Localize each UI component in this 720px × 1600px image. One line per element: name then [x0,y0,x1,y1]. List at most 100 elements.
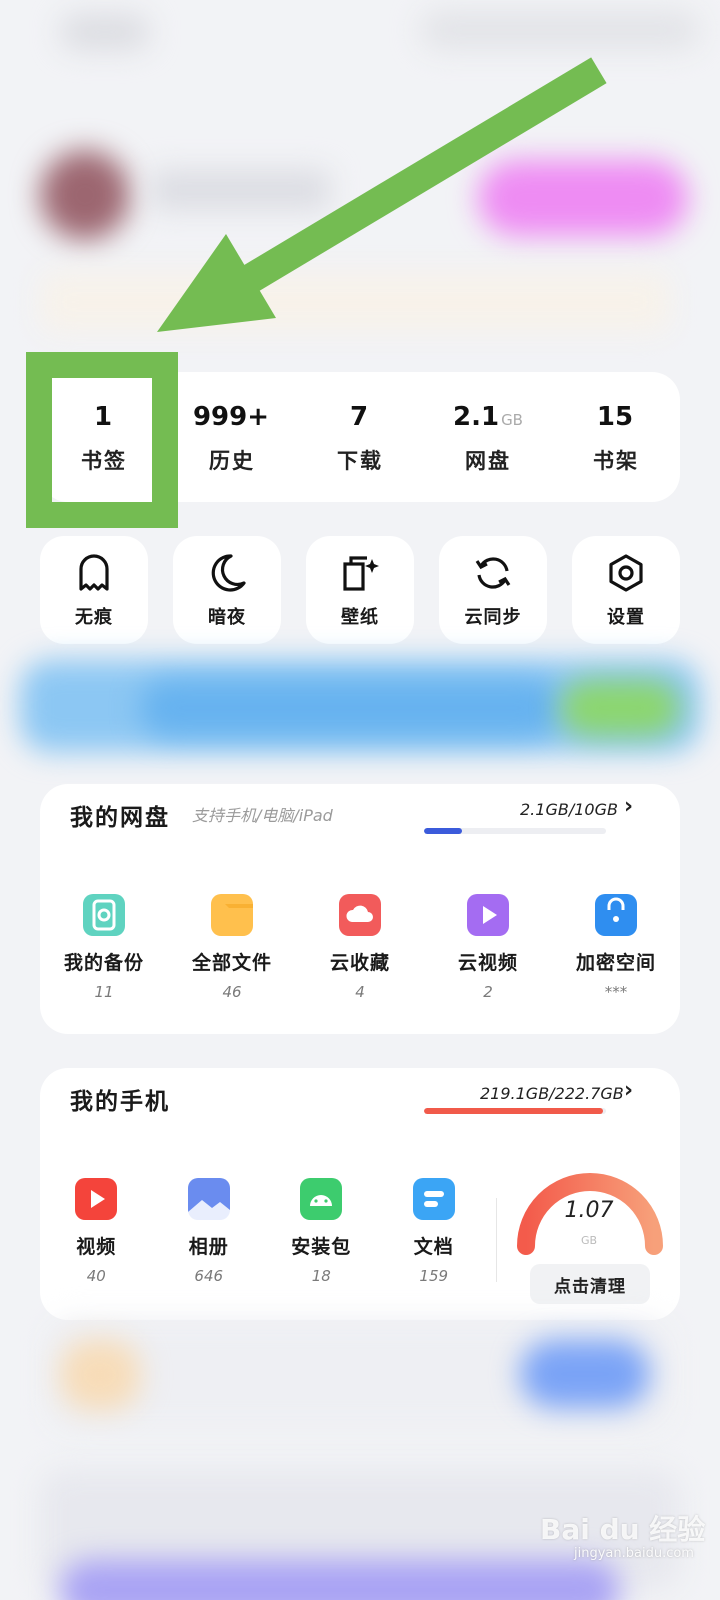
quick-action-label: 无痕 [75,607,113,628]
stat-label: 网盘 [465,448,511,473]
blurred-bottom-button[interactable] [520,1340,650,1408]
cloud-card-title: 我的网盘 [70,805,170,831]
cloud-item-favorites[interactable]: 云收藏 4 [298,894,422,1001]
cloud-storage-bar-fill [424,828,463,834]
cloud-storage-text: 2.1GB/10GB [520,800,618,819]
wallpaper-icon [343,556,379,591]
quick-action-incognito[interactable]: 无痕 [40,536,148,644]
blurred-banner-button [560,680,680,736]
cloud-item-count: 4 [355,983,365,1001]
blurred-banner-center [140,680,560,736]
stat-value: 999+ [192,401,270,432]
phone-item-album[interactable]: 相册 646 [156,1178,261,1285]
stat-label: 历史 [209,448,255,473]
cloud-item-count: 2 [483,983,493,1001]
phone-card-title: 我的手机 [70,1089,170,1115]
moon-icon [211,554,246,592]
phone-storage-card: 我的手机 219.1GB/222.7GB › 视频 40 相册 646 安装包 … [40,1068,680,1320]
chevron-right-icon[interactable]: › [624,1078,633,1103]
quick-action-label: 壁纸 [341,607,379,628]
stat-value: 2.1 [453,401,500,432]
cloud-item-encrypted[interactable]: 加密空间 *** [554,894,678,1001]
cloud-items-grid: 我的备份 11 全部文件 46 云收藏 4 云视频 2 加密空间 *** [40,894,680,1001]
stat-value: 15 [596,401,634,432]
phone-storage-text: 219.1GB/222.7GB [480,1084,624,1103]
blurred-bottom-bar [60,1560,620,1600]
cloud-item-label: 加密空间 [575,952,656,974]
stat-history[interactable]: 999+ 历史 [173,400,291,475]
stat-downloads[interactable]: 7 下载 [301,400,419,475]
stat-label: 书签 [81,448,127,473]
quick-action-label: 暗夜 [208,607,246,628]
cloud-item-backup[interactable]: 我的备份 11 [42,894,166,1001]
ghost-icon [79,554,109,591]
watermark-domain: jingyan.baidu.com [574,1546,694,1561]
stat-value: 7 [349,401,369,432]
document-icon [412,1178,455,1220]
settings-icon [609,554,643,592]
stat-value: 1 [93,401,113,432]
stat-unit: GB [501,410,523,429]
cloud-item-label: 全部文件 [191,952,272,974]
sync-icon [475,557,511,589]
watermark-logo: Bai du 经验 [540,1513,706,1546]
gauge-value: 1.07 [564,1198,614,1223]
backup-icon [83,894,125,936]
cloud-storage-bar [424,828,606,834]
phone-item-label: 安装包 [291,1236,352,1258]
clean-button[interactable]: 点击清理 [530,1264,650,1304]
blurred-header-left [60,14,150,50]
cloud-video-icon [467,894,509,936]
blurred-vip-button[interactable] [478,160,688,236]
stat-label: 书架 [593,448,639,473]
video-icon [75,1178,118,1220]
cloud-favorite-icon [339,894,381,936]
quick-action-wallpaper[interactable]: 壁纸 [306,536,414,644]
phone-items-grid: 视频 40 相册 646 安装包 18 文档 159 [40,1178,490,1285]
cloud-item-label: 我的备份 [63,952,144,974]
phone-item-count: 18 [311,1267,331,1285]
stat-bookshelf[interactable]: 15 书架 [557,400,675,475]
quick-action-dark-mode[interactable]: 暗夜 [173,536,281,644]
quick-actions-row: 无痕 暗夜 壁纸 云同步 设置 [40,536,680,644]
phone-item-documents[interactable]: 文档 159 [381,1178,486,1285]
android-package-icon [300,1178,343,1220]
avatar[interactable] [40,150,130,240]
folder-icon [211,894,253,936]
blurred-username [150,170,330,210]
phone-item-count: 646 [194,1267,224,1285]
phone-item-label: 视频 [76,1236,117,1258]
cloud-item-label: 云视频 [457,952,518,974]
stat-label: 下载 [337,448,383,473]
cloud-drive-card: 我的网盘 支持手机/电脑/iPad 2.1GB/10GB › 我的备份 11 全… [40,784,680,1034]
cloud-item-count: *** [604,983,628,1001]
stat-cloud-drive[interactable]: 2.1 GB 网盘 [429,400,547,475]
lock-icon [595,894,637,936]
album-icon [187,1178,230,1220]
quick-action-settings[interactable]: 设置 [572,536,680,644]
cloud-card-subtitle: 支持手机/电脑/iPad [192,806,333,825]
stats-card: 1 书签 999+ 历史 7 下载 2.1 GB 网盘 15 书架 [40,372,680,502]
chevron-right-icon[interactable]: › [624,794,633,819]
phone-item-label: 文档 [413,1236,454,1258]
phone-storage-bar-fill [424,1108,604,1114]
divider [496,1198,497,1282]
gauge-unit: GB [580,1234,598,1247]
phone-item-packages[interactable]: 安装包 18 [269,1178,374,1285]
blurred-vip-strip [40,272,670,332]
cloud-item-video[interactable]: 云视频 2 [426,894,550,1001]
cloud-item-all-files[interactable]: 全部文件 46 [170,894,294,1001]
phone-item-video[interactable]: 视频 40 [44,1178,149,1285]
cloud-item-label: 云收藏 [329,952,390,974]
blurred-bottom-icon [60,1340,140,1410]
phone-item-count: 159 [419,1267,449,1285]
blurred-header-right [420,10,700,50]
phone-storage-bar [424,1108,606,1114]
quick-action-label: 设置 [607,607,645,628]
quick-action-cloud-sync[interactable]: 云同步 [439,536,547,644]
cloud-item-count: 11 [94,983,114,1001]
phone-item-count: 40 [86,1267,106,1285]
phone-item-label: 相册 [188,1236,229,1258]
stat-bookmarks[interactable]: 1 书签 [45,400,163,475]
cloud-item-count: 46 [222,983,242,1001]
